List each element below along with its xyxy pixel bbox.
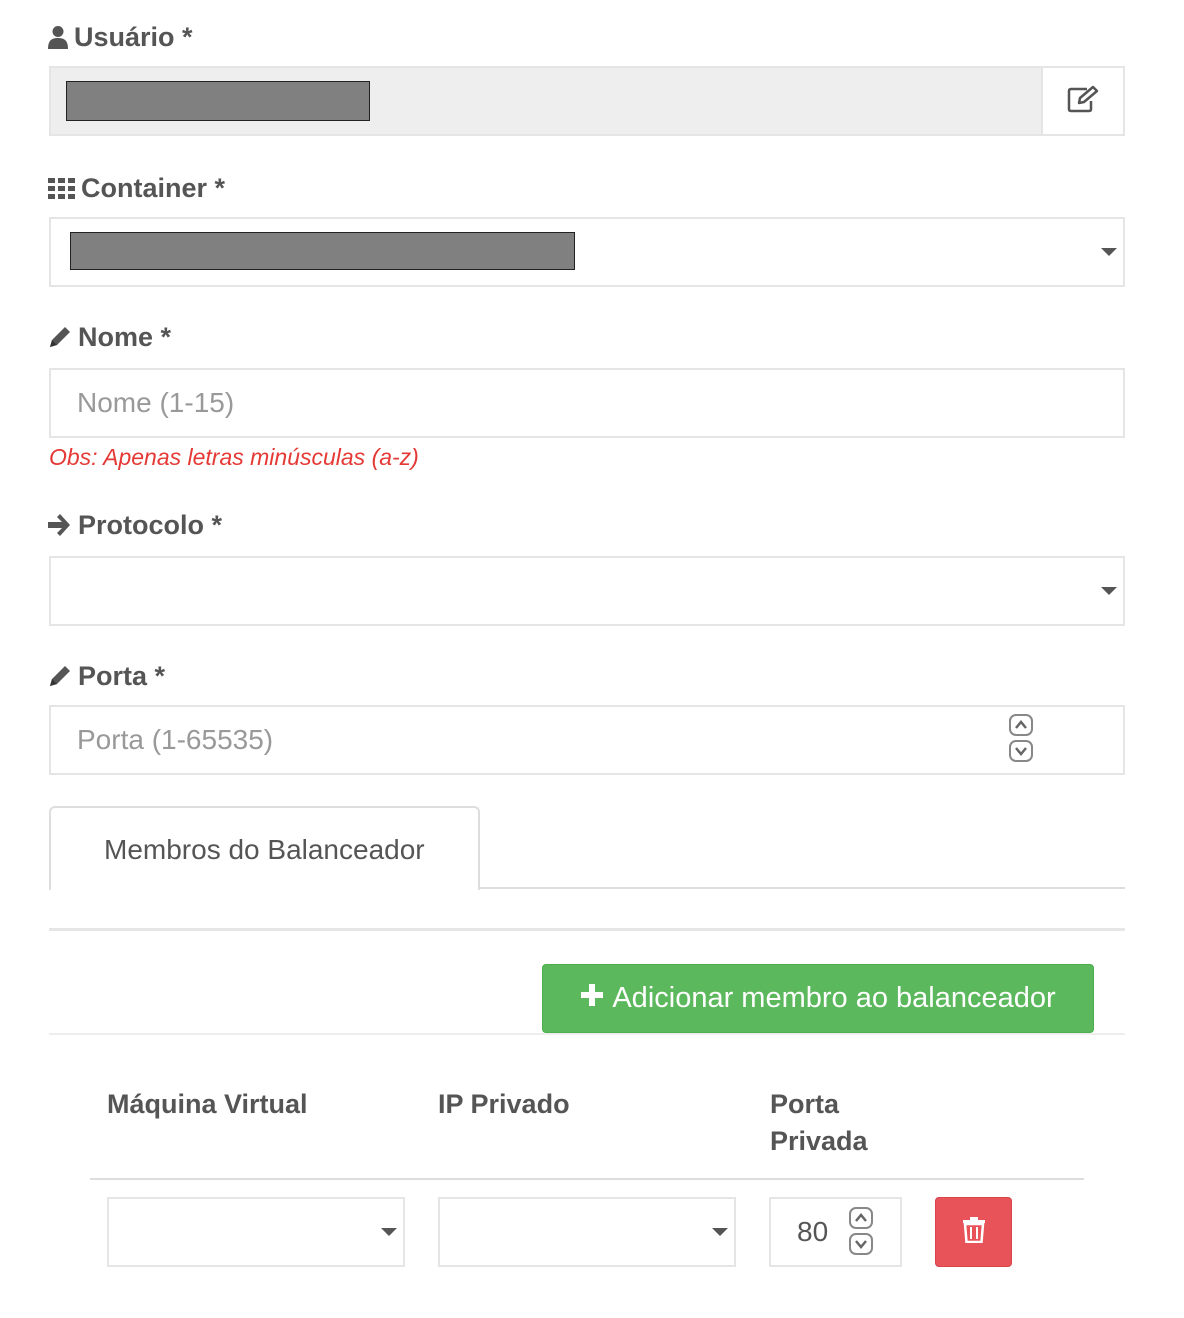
- increment-icon[interactable]: [849, 1207, 873, 1229]
- porta-label-text: Porta *: [78, 660, 166, 691]
- caret-down-icon: [381, 1228, 397, 1236]
- edit-icon: [1067, 85, 1099, 118]
- private-port-value: 80: [797, 1216, 829, 1247]
- tab-label: Membros do Balanceador: [104, 834, 425, 865]
- nome-input[interactable]: Nome (1-15): [49, 368, 1125, 438]
- caret-down-icon: [1101, 587, 1117, 595]
- add-member-button[interactable]: Adicionar membro ao balanceador: [542, 964, 1094, 1033]
- column-header-port-line1: Porta: [770, 1089, 840, 1119]
- column-header-vm: Máquina Virtual: [107, 1089, 308, 1119]
- nome-help-note: Obs: Apenas letras minúsculas (a-z): [49, 444, 419, 470]
- decrement-icon[interactable]: [1009, 740, 1033, 762]
- user-icon: [48, 25, 68, 49]
- porta-placeholder: Porta (1-65535): [77, 724, 274, 755]
- divider: [49, 928, 1125, 931]
- vm-select[interactable]: [107, 1197, 405, 1267]
- porta-spinner[interactable]: [1009, 714, 1033, 762]
- protocolo-label-text: Protocolo *: [78, 509, 223, 540]
- column-header-port-line2: Privada: [770, 1126, 868, 1156]
- divider: [49, 1033, 1125, 1035]
- usuario-field: [49, 66, 1125, 136]
- nome-placeholder: Nome (1-15): [77, 387, 235, 418]
- protocolo-label: Protocolo *: [48, 508, 222, 542]
- caret-down-icon: [712, 1228, 728, 1236]
- redacted-value: [66, 81, 370, 121]
- usuario-label: Usuário *: [48, 20, 193, 54]
- nome-label-text: Nome *: [78, 321, 172, 352]
- table-header-border: [90, 1178, 1084, 1180]
- column-header-ip: IP Privado: [438, 1089, 570, 1119]
- column-header-port: Porta Privada: [770, 1086, 868, 1160]
- edit-user-button[interactable]: [1041, 68, 1123, 134]
- protocolo-select[interactable]: [49, 556, 1125, 626]
- trash-icon: [962, 1216, 985, 1248]
- th-grid-icon: [48, 177, 75, 199]
- nome-label: Nome *: [48, 320, 171, 354]
- usuario-label-text: Usuário *: [74, 21, 193, 52]
- ip-select[interactable]: [438, 1197, 736, 1267]
- private-port-spinner[interactable]: [849, 1207, 873, 1255]
- container-select[interactable]: [49, 217, 1125, 287]
- add-member-label: Adicionar membro ao balanceador: [612, 982, 1056, 1014]
- redacted-value: [70, 232, 575, 270]
- container-label: Container *: [48, 171, 225, 205]
- increment-icon[interactable]: [1009, 714, 1033, 736]
- pencil-icon: [48, 664, 72, 688]
- private-port-input[interactable]: 80: [769, 1197, 902, 1267]
- tab-membros-do-balanceador[interactable]: Membros do Balanceador: [49, 806, 480, 890]
- caret-down-icon: [1101, 248, 1117, 256]
- container-label-text: Container *: [81, 172, 226, 203]
- delete-member-button[interactable]: [935, 1197, 1012, 1267]
- pencil-icon: [48, 325, 72, 349]
- porta-label: Porta *: [48, 659, 165, 693]
- arrow-right-icon: [48, 514, 72, 536]
- decrement-icon[interactable]: [849, 1233, 873, 1255]
- porta-input[interactable]: Porta (1-65535): [49, 705, 1125, 775]
- plus-icon: [580, 982, 604, 1015]
